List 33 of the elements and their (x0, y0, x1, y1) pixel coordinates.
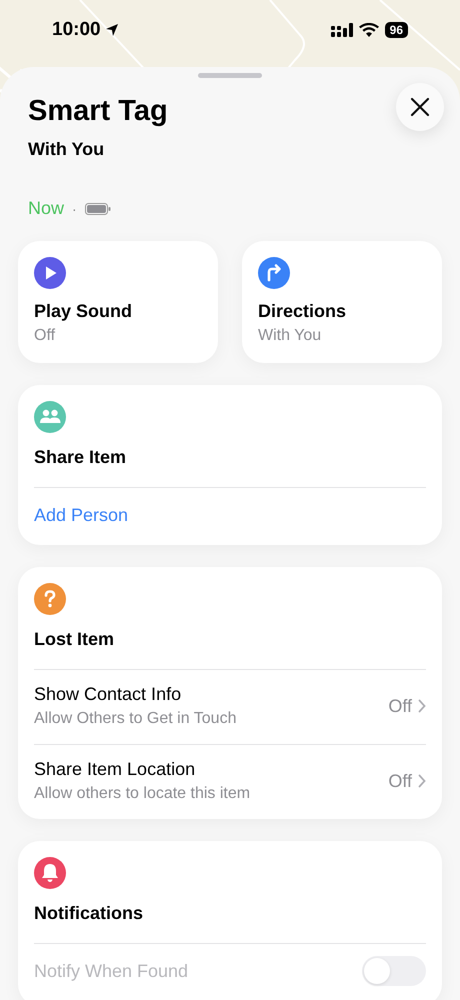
close-button[interactable] (396, 83, 444, 131)
status-time: 10:00 (52, 18, 101, 40)
row-label: Show Contact Info (34, 684, 182, 705)
battery-icon (84, 202, 111, 214)
row-label: Share Item Location (34, 759, 196, 780)
action-value: With You (258, 327, 322, 345)
action-label: Play Sound (34, 301, 132, 322)
section-title: Notifications (34, 903, 144, 924)
action-label: Directions (258, 301, 346, 322)
settings-row[interactable]: Show Contact Info Allow Others to Get in Touch Off (34, 670, 426, 744)
settings-row[interactable]: Share Item Location Allow others to locate this item Off (34, 745, 426, 819)
last-seen-time: Now (28, 198, 64, 219)
sheet-grabber[interactable] (198, 73, 262, 78)
wifi-icon (358, 22, 379, 36)
add-person-link[interactable]: Add Person (34, 488, 128, 545)
action-value: Off (34, 327, 56, 345)
row-value: Off (388, 696, 412, 716)
item-status: With You (28, 139, 106, 160)
row-sublabel: Allow others to locate this item (34, 785, 252, 803)
row-value: Off (388, 770, 412, 792)
section-title: Lost Item (34, 629, 116, 650)
action-card[interactable]: Play Sound Off (18, 241, 218, 363)
close-icon (410, 97, 430, 117)
row-label: Notify When Found (34, 960, 188, 982)
separator-dot: · (72, 200, 77, 216)
item-title: Smart Tag (28, 94, 168, 129)
chevron-icon (418, 774, 426, 788)
location-arrow-icon (104, 22, 119, 36)
section-title: Share Item (34, 447, 128, 468)
signal-icon (330, 22, 353, 36)
action-card[interactable]: Directions With You (242, 241, 442, 363)
row-sublabel: Allow Others to Get in Touch (34, 710, 238, 728)
chevron-icon (418, 699, 426, 713)
